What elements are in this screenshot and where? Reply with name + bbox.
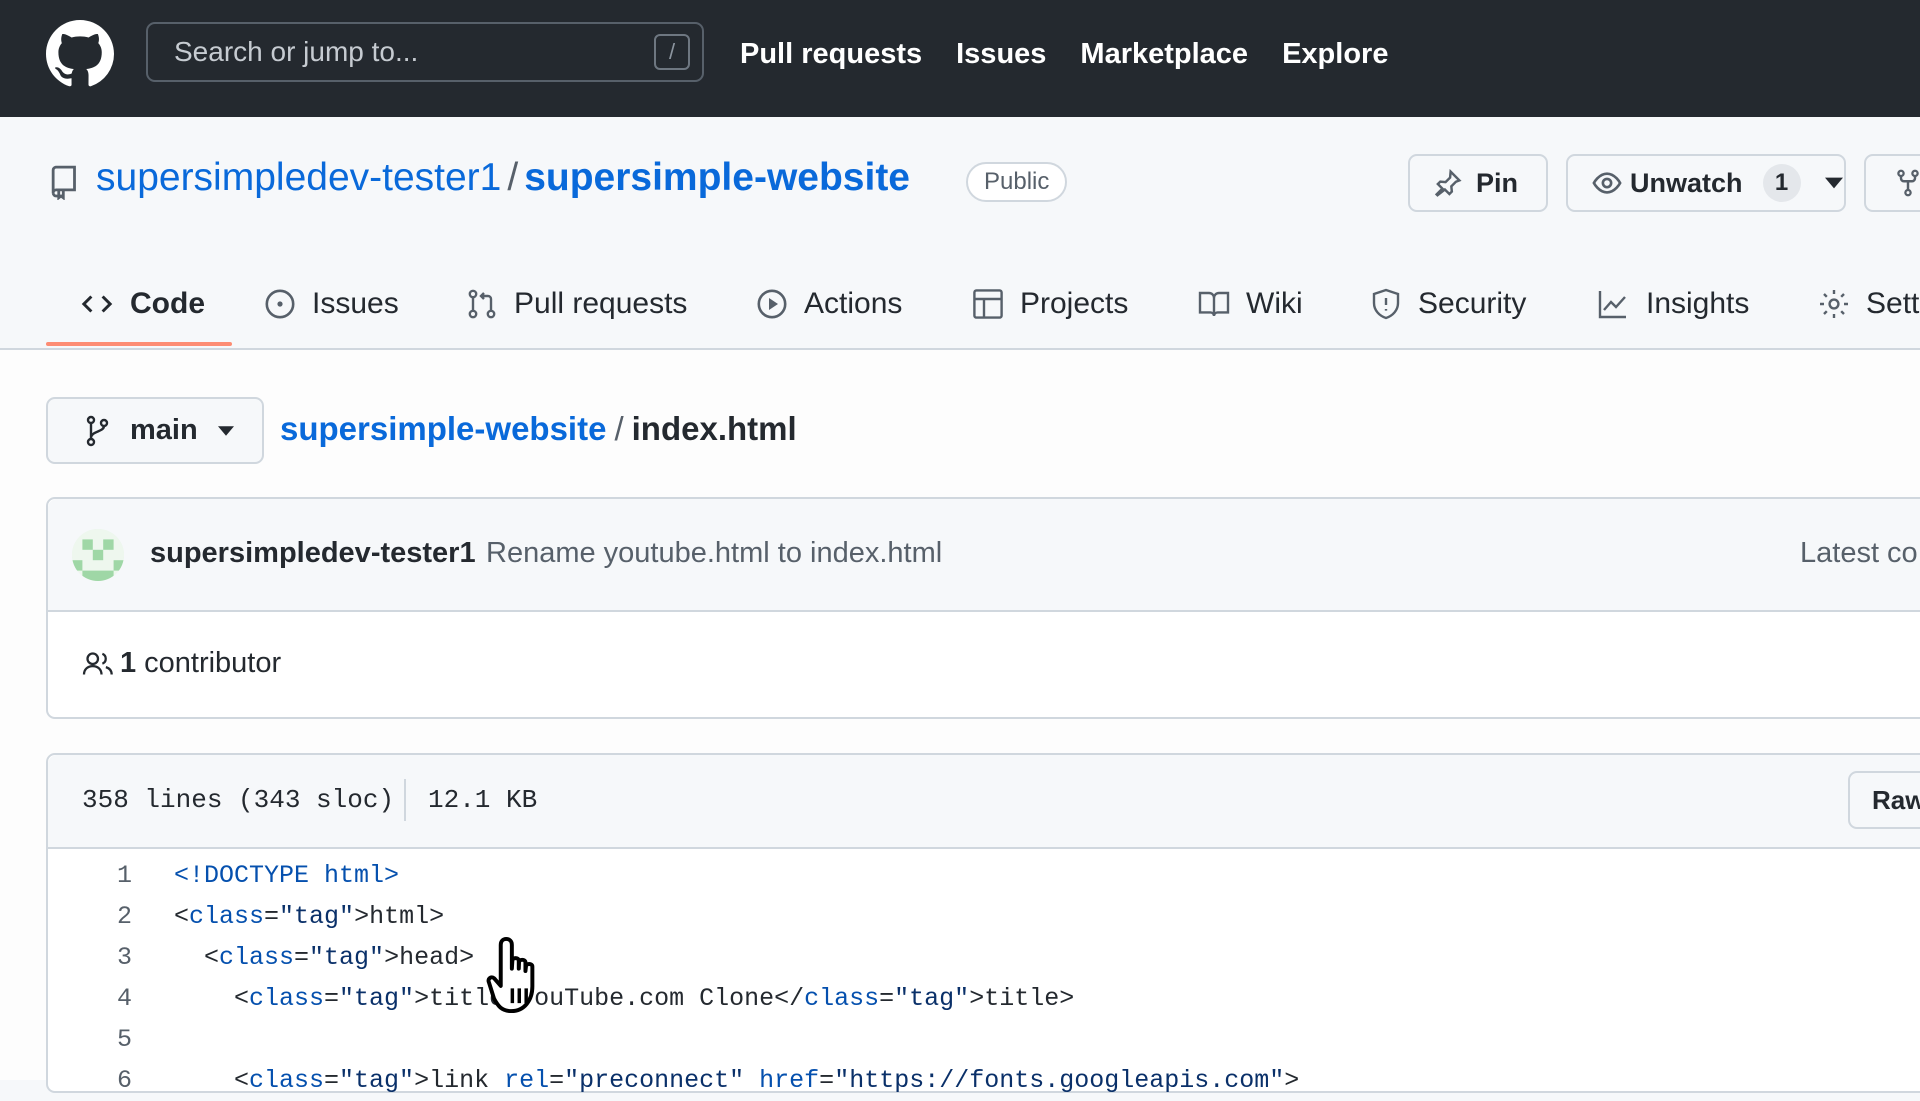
code-lines: 1 <!DOCTYPE html> 2 <class="tag">html> 3 <cl… xyxy=(48,855,1920,1101)
tab-security-label: Security xyxy=(1418,287,1527,320)
pin-icon xyxy=(1434,169,1462,197)
people-icon xyxy=(82,651,113,675)
tab-projects-label: Projects xyxy=(1020,287,1129,320)
line-number[interactable]: 2 xyxy=(48,896,132,937)
fork-button[interactable] xyxy=(1864,154,1920,212)
avatar[interactable] xyxy=(72,529,124,581)
github-logo-icon[interactable] xyxy=(46,20,114,88)
pin-label: Pin xyxy=(1476,167,1519,198)
code-line: 5 xyxy=(48,1019,1920,1060)
latest-commit-label[interactable]: Latest co xyxy=(1800,537,1918,570)
play-icon xyxy=(757,289,787,319)
tab-security[interactable]: Security xyxy=(1370,262,1526,346)
code-icon xyxy=(81,295,113,313)
search-input[interactable]: Search or jump to... / xyxy=(146,22,704,82)
tab-wiki-label: Wiki xyxy=(1246,287,1303,320)
file-breadcrumb: supersimple-website / index.html xyxy=(280,410,797,448)
hand-pointer-icon xyxy=(486,936,535,1014)
code-line: 3 <class="tag">head> xyxy=(48,937,1920,978)
nav-marketplace[interactable]: Marketplace xyxy=(1080,38,1248,71)
code-text: <class="tag">head> xyxy=(174,943,475,972)
tab-settings-label: Sett xyxy=(1866,287,1920,320)
breadcrumb-separator: / xyxy=(614,410,624,447)
gear-icon xyxy=(1820,290,1848,318)
table-icon xyxy=(973,289,1003,319)
git-pull-request-icon xyxy=(468,289,496,319)
identicon-icon xyxy=(72,529,124,581)
branch-selector[interactable]: main xyxy=(46,397,264,464)
line-number[interactable]: 3 xyxy=(48,937,132,978)
shield-icon xyxy=(1372,288,1400,320)
tab-pull-requests-label: Pull requests xyxy=(514,287,688,320)
tab-pull-requests[interactable]: Pull requests xyxy=(466,262,687,346)
book-icon xyxy=(1198,291,1230,317)
file-size: 12.1 KB xyxy=(428,785,538,815)
breadcrumb-repo-link[interactable]: supersimple-website xyxy=(280,410,606,447)
tab-code[interactable]: Code xyxy=(80,262,205,346)
unwatch-button[interactable]: Unwatch 1 xyxy=(1566,154,1846,212)
global-header: Search or jump to... / Pull requests Iss… xyxy=(0,0,1920,117)
pin-button[interactable]: Pin xyxy=(1408,154,1548,212)
repo-owner-link[interactable]: supersimpledev-tester1 xyxy=(96,156,501,199)
tab-actions[interactable]: Actions xyxy=(756,262,902,346)
tab-wiki[interactable]: Wiki xyxy=(1198,262,1303,346)
watch-count: 1 xyxy=(1762,164,1801,202)
line-number[interactable]: 6 xyxy=(48,1060,132,1101)
code-line: 4 <class="tag">title>YouTube.com Clone</… xyxy=(48,978,1920,1019)
global-nav: Pull requests Issues Marketplace Explore xyxy=(740,0,1422,108)
tab-issues[interactable]: Issues xyxy=(264,262,399,346)
line-number[interactable]: 1 xyxy=(48,855,132,896)
commit-message-link[interactable]: Rename youtube.html to index.html xyxy=(486,537,942,570)
repo-icon xyxy=(51,165,76,200)
tab-actions-label: Actions xyxy=(804,287,903,320)
visibility-badge: Public xyxy=(966,162,1068,202)
contributors-link[interactable]: 1 contributor xyxy=(82,647,281,680)
nav-issues[interactable]: Issues xyxy=(956,38,1046,71)
eye-icon xyxy=(1592,172,1622,194)
contributor-count: 1 xyxy=(120,647,137,679)
code-text: <!DOCTYPE html> xyxy=(174,861,400,890)
code-line: 2 <class="tag">html> xyxy=(48,896,1920,937)
line-number[interactable]: 5 xyxy=(48,1019,132,1060)
tab-insights-label: Insights xyxy=(1646,287,1750,320)
code-text: <class="tag">title>YouTube.com Clone</cl… xyxy=(174,984,1075,1013)
repo-title: supersimpledev-tester1/supersimple-websi… xyxy=(96,156,910,200)
tab-settings[interactable]: Sett xyxy=(1818,262,1919,346)
commit-author-link[interactable]: supersimpledev-tester1 xyxy=(150,537,476,570)
line-number[interactable]: 4 xyxy=(48,978,132,1019)
code-text: <class="tag">link rel="preconnect" href=… xyxy=(174,1066,1300,1095)
repo-forked-icon xyxy=(1897,169,1919,197)
nav-pull-requests[interactable]: Pull requests xyxy=(740,38,922,71)
code-text: <class="tag">html> xyxy=(174,902,445,931)
git-branch-icon xyxy=(86,415,109,446)
raw-button[interactable]: Raw xyxy=(1848,771,1920,829)
repo-tabs: Code Issues Pull requests Actions Projec… xyxy=(0,262,1920,350)
caret-down-icon xyxy=(217,425,234,436)
file-viewer: 358 lines (343 sloc) 12.1 KB Raw 1 <!DOCT… xyxy=(46,753,1920,1095)
divider xyxy=(404,779,406,821)
nav-explore[interactable]: Explore xyxy=(1282,38,1388,71)
unwatch-label: Unwatch xyxy=(1630,167,1743,198)
search-shortcut-key: / xyxy=(654,34,690,70)
code-line: 1 <!DOCTYPE html> xyxy=(48,855,1920,896)
latest-commit-row: supersimpledev-tester1 Rename youtube.ht… xyxy=(48,499,1920,612)
branch-name: main xyxy=(130,414,198,446)
repo-title-separator: / xyxy=(507,156,519,199)
repo-name-link[interactable]: supersimple-website xyxy=(524,156,910,199)
file-lines-info: 358 lines (343 sloc) xyxy=(82,785,395,815)
tab-issues-label: Issues xyxy=(312,287,399,320)
code-line: 6 <class="tag">link rel="preconnect" hre… xyxy=(48,1060,1920,1101)
tab-projects[interactable]: Projects xyxy=(972,262,1128,346)
tab-insights[interactable]: Insights xyxy=(1596,262,1749,346)
graph-icon xyxy=(1598,291,1626,319)
tab-code-label: Code xyxy=(130,287,205,320)
search-placeholder: Search or jump to... xyxy=(174,36,419,67)
breadcrumb-filename: index.html xyxy=(631,410,797,447)
caret-down-icon xyxy=(1824,177,1843,189)
commit-box: supersimpledev-tester1 Rename youtube.ht… xyxy=(46,497,1920,719)
contributor-label: contributor xyxy=(144,647,282,679)
active-tab-indicator xyxy=(46,342,232,346)
file-info-header: 358 lines (343 sloc) 12.1 KB Raw xyxy=(48,755,1920,849)
issue-opened-icon xyxy=(265,289,295,319)
